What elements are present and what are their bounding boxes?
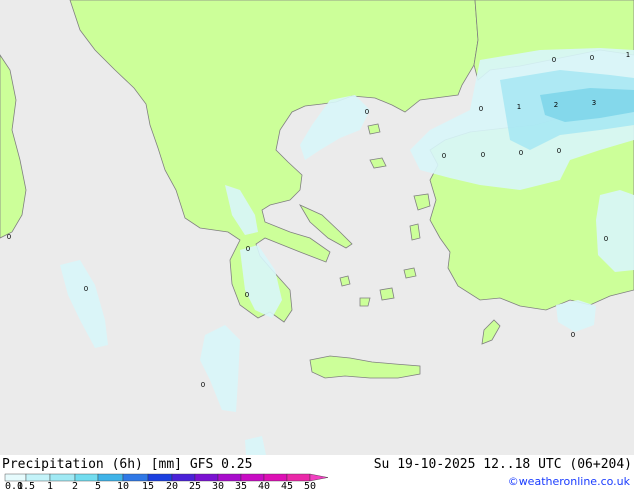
scale-tick-label: 25 [189,481,201,490]
map-value-label: 0 [84,285,88,293]
land-thasos [367,123,381,135]
map-value-label: 0 [552,56,556,64]
scale-tick-label: 40 [258,481,270,490]
map-value-label: 0 [479,105,483,113]
map-title: Precipitation (6h) [mm] GFS 0.25 [2,457,253,472]
map-value-label: 0 [7,233,11,241]
scale-tick-label: 1 [47,481,53,490]
map-value-label: 0 [201,381,205,389]
land-chios [409,223,421,241]
scale-swatch [240,473,265,482]
scale-tick-label: 50 [304,481,316,490]
map-value-label: 0 [246,245,250,253]
credit-link[interactable]: ©weatheronline.co.uk [508,475,630,488]
scale-swatch [263,473,288,482]
scale-swatch [194,473,219,482]
scale-tick-label: 35 [235,481,247,490]
scale-tick-label: 5 [95,481,101,490]
map-value-label: 0 [571,331,575,339]
scale-swatch [25,473,51,482]
scale-tick-label: 0.5 [17,481,35,490]
scale-swatch [217,473,242,482]
land-cyclades-3 [403,267,417,279]
valid-time: Su 19-10-2025 12..18 UTC (06+204) [373,457,632,472]
scale-swatch [74,473,99,482]
map-value-label: 0 [590,54,594,62]
scale-tick-label: 30 [212,481,224,490]
scale-tick-label: 2 [72,481,78,490]
scale-swatch [49,473,76,482]
land-cyclades-2 [359,297,371,307]
map-value-label: 2 [554,101,558,109]
map-canvas: 0 0 10 1 2 300 0 0 00000000 0.10.5 1 2 5 10 15 20 25 30 3… [0,0,634,490]
map-value-label: 0 [365,108,369,116]
scale-swatch [286,473,311,482]
map-value-label: 1 [626,51,630,59]
map-value-label: 0 [604,235,608,243]
land-cyclades-1 [379,287,395,301]
scale-tick-label: 10 [117,481,129,490]
scale-tick-label: 15 [142,481,154,490]
land-cyclades-4 [339,275,351,287]
map-value-label: 0 [519,149,523,157]
map-value-label: 0 [442,152,446,160]
scale-tick-label: 20 [166,481,178,490]
map-value-label: 0 [481,151,485,159]
map-value-label: 0 [557,147,561,155]
scale-swatch [147,473,173,482]
scale-swatch [122,473,149,482]
scale-swatch [97,473,124,482]
scale-swatch [4,473,27,482]
weather-map: 0010123000000000000 0.1 0.5 1 2 5 10 15 20 25 30 3… [0,0,634,490]
scale-swatch [171,473,196,482]
scale-tick-label: 45 [281,481,293,490]
map-value-label: 1 [517,103,521,111]
map-value-label: 3 [592,99,596,107]
map-value-label: 0 [245,291,249,299]
